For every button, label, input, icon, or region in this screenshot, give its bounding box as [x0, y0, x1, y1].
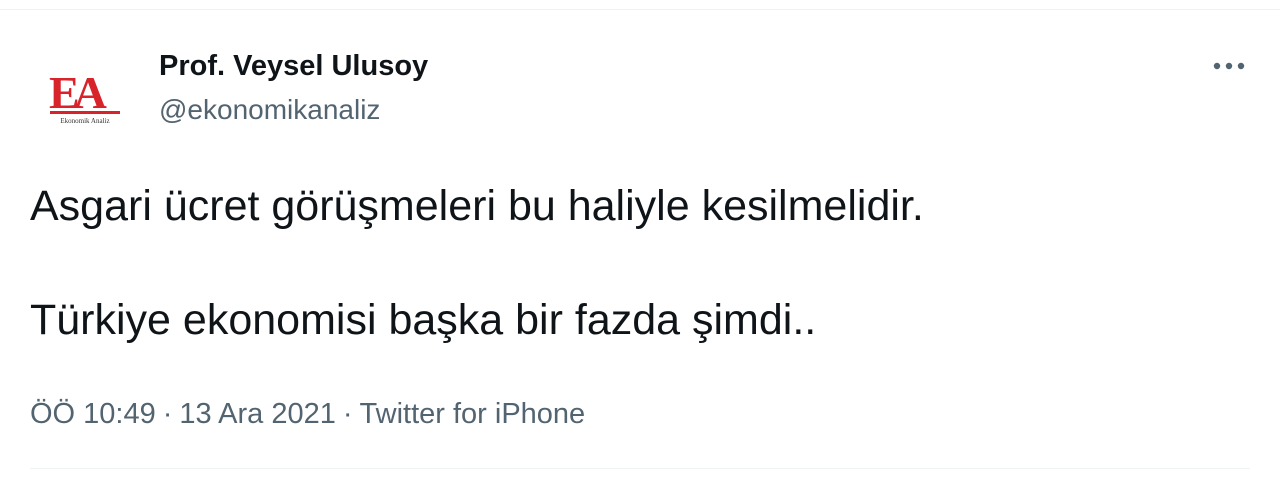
more-horizontal-icon	[1213, 62, 1245, 70]
ekonomik-analiz-logo: EA Ekonomik Analiz	[49, 67, 120, 125]
bottom-divider	[30, 468, 1250, 469]
tweet-text-line: Türkiye ekonomisi başka bir fazda şimdi.…	[30, 296, 817, 344]
meta-separator: ·	[162, 398, 173, 430]
tweet-meta: ÖÖ 10:49 · 13 Ara 2021 · Twitter for iPhone	[30, 396, 585, 432]
tweet-time-link[interactable]: ÖÖ 10:49	[30, 398, 156, 430]
author-block: Prof. Veysel Ulusoy @ekonomikanaliz	[159, 48, 428, 128]
tweet-date-link[interactable]: 13 Ara 2021	[179, 398, 335, 430]
tweet-text: Asgari ücret görüşmeleri bu haliyle kesi…	[30, 180, 1250, 346]
author-handle[interactable]: @ekonomikanaliz	[159, 92, 428, 128]
author-display-name[interactable]: Prof. Veysel Ulusoy	[159, 48, 428, 84]
tweet-text-line: Asgari ücret görüşmeleri bu haliyle kesi…	[30, 182, 924, 230]
meta-separator: ·	[342, 398, 353, 430]
tweet-source-link[interactable]: Twitter for iPhone	[360, 398, 586, 430]
tweet-page: EA Ekonomik Analiz Prof. Veysel Ulusoy @…	[0, 0, 1280, 498]
svg-text:EA: EA	[49, 67, 107, 118]
more-options-button[interactable]	[1204, 48, 1254, 84]
svg-text:Ekonomik Analiz: Ekonomik Analiz	[60, 117, 109, 125]
avatar[interactable]: EA Ekonomik Analiz	[38, 48, 132, 142]
tweet-card[interactable]: EA Ekonomik Analiz Prof. Veysel Ulusoy @…	[0, 10, 1280, 498]
